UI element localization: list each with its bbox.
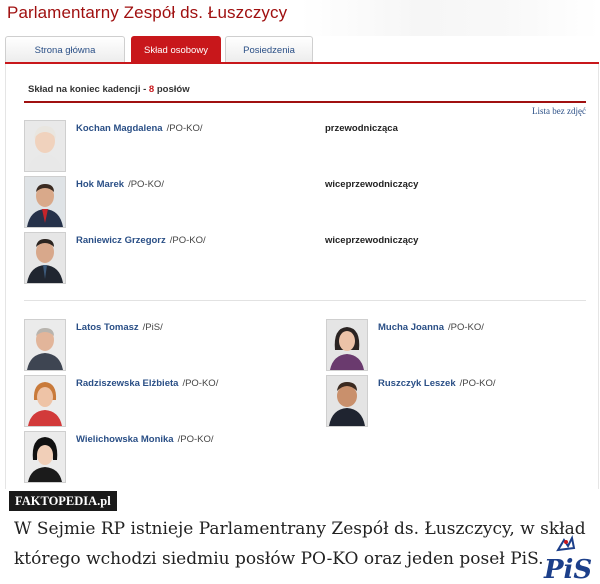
member-row: Ruszczyk Leszek/PO-KO/ (326, 375, 586, 429)
member-photo[interactable] (24, 431, 66, 483)
member-name: Radziszewska Elżbieta (76, 378, 179, 389)
faktopedia-watermark: FAKTOPEDIA.pl (9, 491, 117, 511)
member-party: /PO-KO/ (169, 235, 206, 246)
tab-home[interactable]: Strona główna (5, 36, 125, 63)
member-photo[interactable] (24, 232, 66, 284)
member-name-link[interactable]: Wielichowska Monika/PO-KO/ (76, 434, 214, 445)
header-background-watermark (300, 0, 600, 36)
member-row: Radziszewska Elżbieta/PO-KO/ (24, 375, 304, 429)
member-name-link[interactable]: Mucha Joanna/PO-KO/ (378, 322, 484, 333)
member-row: Latos Tomasz/PiS/ (24, 319, 304, 373)
page-title: Parlamentarny Zespół ds. Łuszczycy (7, 3, 288, 22)
list-without-photos-link[interactable]: Lista bez zdjęć (532, 106, 586, 116)
member-party: /PO-KO/ (166, 123, 203, 134)
member-name-link[interactable]: Hok Marek/PO-KO/ (76, 179, 164, 190)
member-role: wiceprzewodniczący (325, 179, 419, 190)
section-heading-prefix: Skład na koniec kadencji - (28, 84, 149, 95)
member-party: /PO-KO/ (459, 378, 496, 389)
member-name-link[interactable]: Radziszewska Elżbieta/PO-KO/ (76, 378, 218, 389)
member-row: Raniewicz Grzegorz/PO-KO/ wiceprzewodnic… (24, 232, 584, 286)
member-role: przewodnicząca (325, 123, 398, 134)
member-name: Mucha Joanna (378, 322, 444, 333)
member-party: /PO-KO/ (448, 322, 484, 333)
member-photo[interactable] (24, 120, 66, 172)
caption-text: W Sejmie RP istnieje Parlamentrany Zespó… (14, 519, 586, 569)
member-party: /PO-KO/ (128, 179, 164, 190)
member-row: Wielichowska Monika/PO-KO/ (24, 431, 304, 485)
member-name: Ruszczyk Leszek (378, 378, 456, 389)
member-photo[interactable] (24, 319, 66, 371)
member-photo[interactable] (24, 375, 66, 427)
member-name: Kochan Magdalena (76, 123, 163, 134)
member-name-link[interactable]: Ruszczyk Leszek/PO-KO/ (378, 378, 496, 389)
member-party: /PO-KO/ (177, 434, 214, 445)
member-photo[interactable] (326, 319, 368, 371)
section-divider (24, 300, 586, 301)
member-role: wiceprzewodniczący (325, 235, 419, 246)
member-name: Wielichowska Monika (76, 434, 174, 445)
member-party: /PiS/ (142, 322, 163, 333)
member-row: Mucha Joanna/PO-KO/ (326, 319, 586, 373)
member-name-link[interactable]: Kochan Magdalena/PO-KO/ (76, 123, 202, 134)
heading-rule (24, 101, 586, 103)
tab-meetings[interactable]: Posiedzenia (225, 36, 313, 63)
member-photo[interactable] (326, 375, 368, 427)
section-heading-suffix: posłów (154, 84, 190, 95)
member-name: Hok Marek (76, 179, 125, 190)
member-photo[interactable] (24, 176, 66, 228)
svg-text:PiS: PiS (543, 555, 592, 584)
tab-members[interactable]: Skład osobowy (131, 36, 221, 63)
member-name-link[interactable]: Latos Tomasz/PiS/ (76, 322, 163, 333)
member-name: Raniewicz Grzegorz (76, 235, 166, 246)
pis-logo: PiS (536, 532, 600, 584)
member-row: Kochan Magdalena/PO-KO/ przewodnicząca (24, 120, 584, 174)
member-name-link[interactable]: Raniewicz Grzegorz/PO-KO/ (76, 235, 206, 246)
member-row: Hok Marek/PO-KO/ wiceprzewodniczący (24, 176, 584, 230)
member-party: /PO-KO/ (182, 378, 219, 389)
section-heading: Skład na koniec kadencji - 8 posłów (28, 84, 190, 95)
member-name: Latos Tomasz (76, 322, 139, 333)
